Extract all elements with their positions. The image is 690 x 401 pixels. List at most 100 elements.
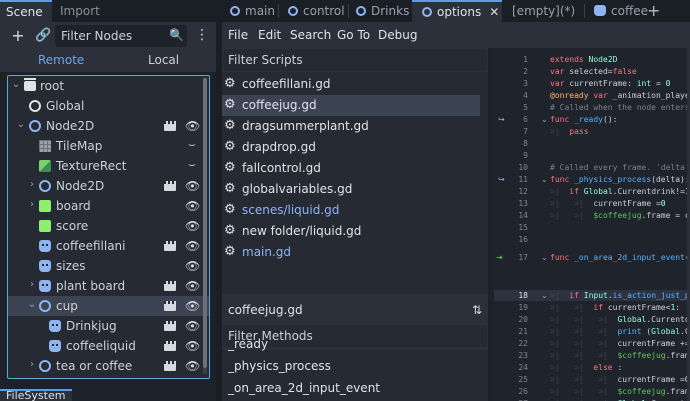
visibility-eye-icon[interactable]: 👁 [185,359,200,373]
tree-row-score[interactable]: score 👁 [8,216,209,236]
tree-row-texturerect[interactable]: TextureRect ⌣ [8,156,209,176]
collapse-arrow-icon[interactable]: ⌄ [27,299,37,310]
tab-import[interactable]: Import [54,0,106,22]
menu-debug[interactable]: Debug [378,28,417,42]
visibility-eye-icon[interactable]: 👁 [185,339,200,353]
tree-row-tea-or-coffee[interactable]: › tea or coffee 👁 [8,356,209,376]
clapperboard-icon[interactable] [164,361,176,371]
collapse-arrow-icon[interactable]: ⌄ [11,79,21,90]
fold-arrow-icon[interactable]: ⌄ [541,253,548,262]
visibility-eye-icon[interactable]: 👁 [185,259,200,273]
hidden-eye-icon[interactable]: ⌣ [185,157,199,172]
tree-scrollbar-thumb[interactable] [203,78,207,368]
script-name: fallcontrol.gd [242,161,321,175]
tree-row-board[interactable]: › board 👁 [8,196,209,216]
tree-row-sizes[interactable]: sizes 👁 [8,256,209,276]
clapperboard-icon[interactable] [164,241,176,251]
sprite-icon [49,320,61,332]
tab-filesystem[interactable]: FileSystem [0,389,72,401]
tree-row-node2d-2[interactable]: › Node2D 👁 [8,176,209,196]
script-item[interactable]: ⚙ globalvariables.gd [222,179,480,200]
tree-row-cup[interactable]: ⌄ cup 👁 [8,296,209,316]
line-number: 13 [518,199,528,208]
clapperboard-icon[interactable] [164,181,176,191]
tilemap-icon [39,140,51,152]
gear-icon: ⚙ [224,76,236,91]
method-item[interactable]: _physics_process [228,359,331,373]
fold-arrow-icon[interactable]: ⌄ [541,115,548,124]
line-number: 4 [523,91,528,100]
add-node-icon[interactable]: + [10,28,26,44]
visibility-eye-icon[interactable]: 👁 [185,179,200,193]
visibility-eye-icon[interactable]: 👁 [185,239,200,253]
tree-row-drinkjug[interactable]: Drinkjug 👁 [8,316,209,336]
tree-row-tilemap[interactable]: TileMap ⌣ [8,136,209,156]
script-item[interactable]: ⚙ coffeejug.gd [222,95,480,116]
expand-arrow-icon[interactable]: › [27,359,37,370]
hidden-eye-icon[interactable]: ⌣ [185,137,199,152]
tree-row-node2d[interactable]: ⌄ Node2D 👁 [8,116,209,136]
link-icon[interactable]: 🔗 [35,28,51,44]
menu-edit[interactable]: Edit [258,28,281,42]
script-list: ⚙ coffeefillani.gd ⚙ coffeejug.gd ⚙ dragsum… [222,72,488,294]
tree-row-coffeefillani[interactable]: coffeefillani 👁 [8,236,209,256]
method-item[interactable]: _on_area_2d_input_event [228,381,380,395]
tree-row-global[interactable]: Global [8,96,209,116]
clapperboard-icon[interactable] [164,121,176,131]
clapperboard-icon[interactable] [164,301,176,311]
filter-nodes-field[interactable]: 🔍 [55,25,187,47]
scene-tab-coffee[interactable]: coffee [594,0,648,22]
code-line: >| if Global.Currentdrink!=1 a [550,187,690,196]
expand-arrow-icon[interactable]: › [27,279,37,290]
scene-options-icon[interactable]: ⋮ [195,28,209,42]
code-line: >| >| >| $coffeejug.frame= c [550,387,690,396]
filter-nodes-input[interactable] [61,25,165,47]
scene-tab-drinks[interactable]: Drinks [356,0,409,22]
visibility-eye-icon[interactable]: 👁 [185,299,200,313]
fold-arrow-icon[interactable]: ⌄ [541,175,548,184]
script-item[interactable]: ⚙ fallcontrol.gd [222,158,480,179]
close-tab-icon[interactable]: ✕ [489,5,499,19]
visibility-eye-icon[interactable]: 👁 [185,279,200,293]
visibility-eye-icon[interactable]: 👁 [185,119,200,133]
scene-tab-control[interactable]: control [288,0,345,22]
scene-tab-main[interactable]: main [230,0,275,22]
add-scene-tab-button[interactable]: + [647,0,660,22]
tree-scrollbar[interactable] [203,78,207,374]
fold-arrow-icon[interactable]: ⌄ [541,291,548,300]
clapperboard-icon[interactable] [164,321,176,331]
line-number: 12 [518,187,528,196]
remote-button[interactable]: Remote [38,53,84,67]
scene-tab-options[interactable]: options ✕ [412,0,502,22]
clapperboard-icon[interactable] [164,281,176,291]
visibility-eye-icon[interactable]: 👁 [185,319,200,333]
gear-icon: ⚙ [224,160,236,175]
script-item[interactable]: ⚙ scenes/liquid.gd [222,200,480,221]
script-item[interactable]: ⚙ coffeefillani.gd [222,74,480,95]
script-item[interactable]: ⚙ dragsummerplant.gd [222,116,480,137]
code-view[interactable]: 1 2 3 4 5 6 7 8 9 10 11 12 13 14 15 16 1… [494,48,690,401]
script-item[interactable]: ⚙ main.gd [222,242,480,263]
menu-file[interactable]: File [228,28,248,42]
expand-arrow-icon[interactable]: › [27,179,37,190]
script-item[interactable]: ⚙ drapdrop.gd [222,137,480,158]
tree-row-coffeeliquid[interactable]: coffeeliquid 👁 [8,336,209,356]
visibility-eye-icon[interactable]: 👁 [185,199,200,213]
menu-goto[interactable]: Go To [337,28,370,42]
collapse-arrow-icon[interactable]: ⌄ [16,119,26,130]
tab-scene[interactable]: Scene [0,0,52,22]
method-item[interactable]: _ready [228,337,268,351]
scene-tab-empty[interactable]: [empty](*) [512,0,575,22]
tree-row-plant-board[interactable]: › plant board 👁 [8,276,209,296]
expand-arrow-icon[interactable]: › [27,199,37,210]
local-button[interactable]: Local [148,53,179,67]
clapperboard-icon[interactable] [164,341,176,351]
filter-scripts-input[interactable] [228,49,478,71]
sort-icon[interactable]: ⇅ [472,303,482,317]
filter-scripts-field[interactable] [223,49,487,71]
tree-row-root[interactable]: ⌄ root [8,76,209,96]
script-item[interactable]: ⚙ new folder/liquid.gd [222,221,480,242]
menu-search[interactable]: Search [290,28,331,42]
visibility-eye-icon[interactable]: 👁 [185,219,200,233]
code-line: >| >| >| currentFrame +=1 [550,339,690,348]
